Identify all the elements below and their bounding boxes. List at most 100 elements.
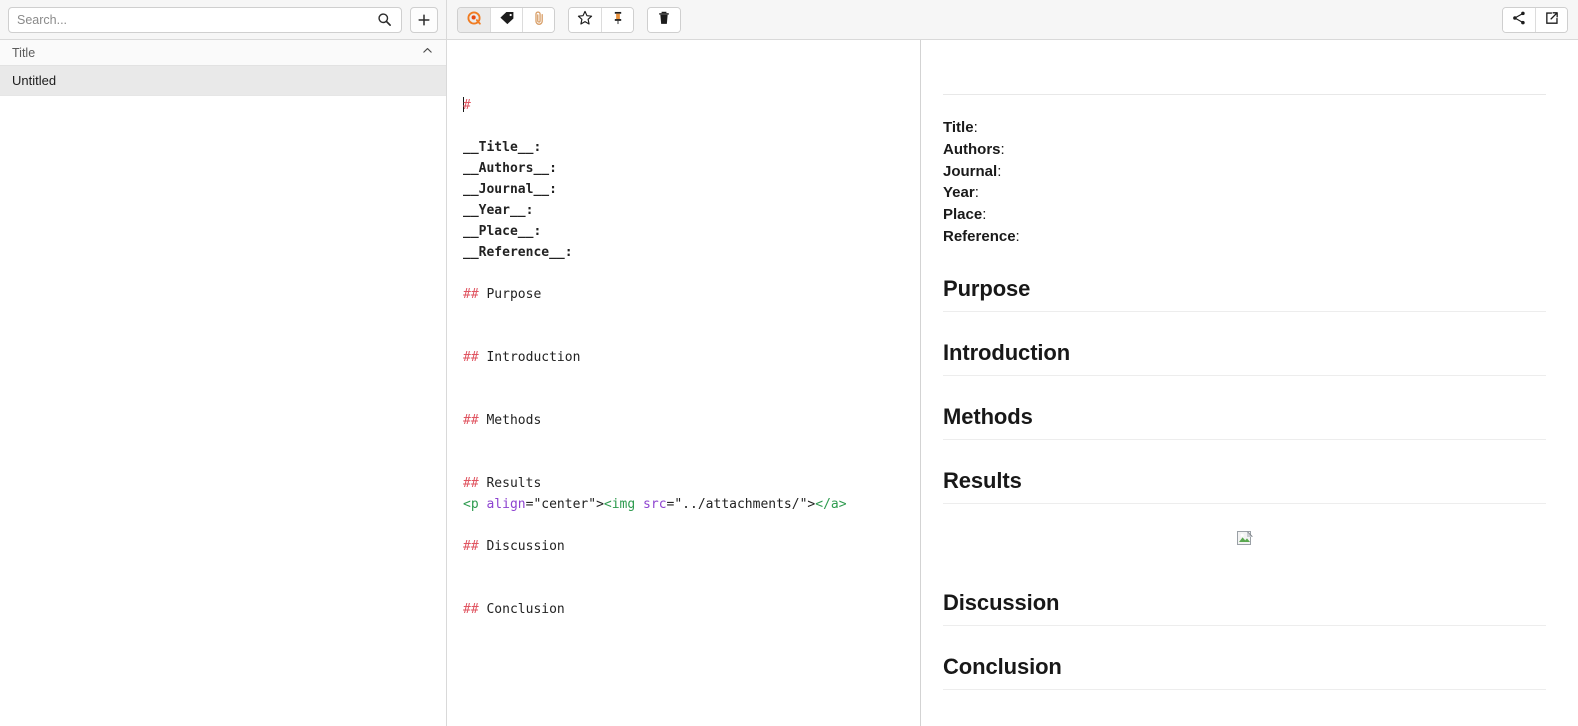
bold-field-line: __Reference__: (463, 245, 573, 260)
paperclip-icon (531, 10, 547, 29)
bold-field-line: __Authors__: (463, 161, 557, 176)
html-token: src (643, 497, 667, 512)
preview-meta-colon: : (973, 119, 978, 136)
search-icon[interactable] (371, 7, 397, 33)
preview-section-heading: Purpose (943, 276, 1546, 312)
preview-meta-label: Authors (943, 140, 1001, 158)
open-external-button[interactable] (1535, 7, 1567, 32)
html-token: <img (603, 497, 636, 512)
preview-section-heading: Introduction (943, 340, 1546, 376)
external-link-icon (1544, 10, 1560, 29)
preview-section-heading: Methods (943, 404, 1546, 440)
bold-field-line: __Year__: (463, 203, 534, 218)
bold-field-line: __Place__: (463, 224, 542, 239)
search-box[interactable] (8, 6, 402, 33)
view-group (457, 6, 555, 33)
heading-marker: ## (463, 602, 479, 617)
title-rule (943, 94, 1546, 95)
markdown-editor[interactable]: # __Title__: __Authors__: __Journal__: __Ye… (447, 40, 921, 726)
editor-line: ## Introduction (463, 347, 920, 368)
preview-meta-colon: : (997, 162, 1002, 180)
note-list-sidebar: Title Untitled (0, 40, 447, 726)
top-toolbar (0, 0, 1578, 40)
sidebar-toolbar (0, 0, 447, 39)
editor-line: ## Results (463, 473, 920, 494)
preview-metadata-block: Title: Authors: Journal: Year: Place: Referen… (943, 117, 1546, 248)
editor-content[interactable]: # __Title__: __Authors__: __Journal__: __Ye… (447, 95, 920, 620)
preview-meta-colon: : (1000, 140, 1005, 158)
heading-text: Results (478, 476, 542, 491)
heading-marker: ## (463, 287, 479, 302)
list-item[interactable]: Untitled (0, 66, 446, 96)
new-note-button[interactable] (410, 6, 438, 33)
html-token: align (486, 497, 526, 512)
preview-meta-label: Place (943, 206, 983, 224)
share-icon (1511, 10, 1527, 29)
note-list: Untitled (0, 66, 446, 96)
preview-meta-colon: : (974, 184, 979, 202)
preview-meta-label: Reference (943, 227, 1016, 245)
markdown-preview: Title: Authors: Journal: Year: Place: Referen… (921, 40, 1578, 726)
list-item-title: Untitled (12, 73, 57, 88)
share-button[interactable] (1503, 7, 1535, 32)
preview-sections: Purpose Introduction Methods Results Discuss… (943, 276, 1546, 690)
column-header-title: Title (12, 45, 36, 60)
delete-button[interactable] (648, 7, 680, 32)
heading-marker: ## (463, 350, 479, 365)
preview-meta-line: Year: (943, 182, 1546, 204)
broken-image-icon (1236, 530, 1253, 547)
editor-line: __Authors__: (463, 158, 920, 179)
preview-meta-label: Title (943, 119, 974, 136)
editor-toolbar (447, 0, 1578, 39)
html-token: ="../attachments/"> (666, 497, 816, 512)
bold-field-line: __Journal__: (463, 182, 557, 197)
preview-meta-label: Journal (943, 162, 998, 180)
preview-section-heading: Conclusion (943, 654, 1546, 690)
preview-meta-line: Title: (943, 117, 1546, 139)
heading-marker: ## (463, 476, 479, 491)
toolbar-button-groups (457, 6, 681, 33)
preview-section-heading: Results (943, 468, 1546, 504)
editor-line: ## Purpose (463, 284, 920, 305)
search-input[interactable] (17, 7, 371, 32)
share-export-group (1502, 6, 1568, 33)
toggle-preview-button[interactable] (458, 7, 490, 32)
attachments-button[interactable] (522, 7, 554, 32)
favorite-button[interactable] (569, 7, 601, 32)
editor-line: ## Discussion (463, 536, 920, 557)
eye-icon (466, 10, 482, 29)
chevron-up-icon[interactable] (421, 44, 434, 62)
tag-icon (499, 10, 515, 29)
preview-meta-colon: : (982, 206, 987, 224)
html-token: </a> (815, 497, 847, 512)
preview-meta-line: Journal: (943, 161, 1546, 183)
note-list-header[interactable]: Title (0, 40, 446, 66)
editor-line: __Journal__: (463, 179, 920, 200)
pin-button[interactable] (601, 7, 633, 32)
editor-line: __Year__: (463, 200, 920, 221)
mark-group (568, 6, 634, 33)
heading-text: Conclusion (478, 602, 565, 617)
html-token: <p (463, 497, 479, 512)
heading-marker: # (463, 98, 471, 113)
editor-line: __Title__: (463, 137, 920, 158)
heading-marker: ## (463, 539, 479, 554)
editor-line: __Reference__: (463, 242, 920, 263)
preview-section-heading: Discussion (943, 590, 1546, 626)
app-window: Title Untitled # __Title__: __Authors__: _… (0, 0, 1578, 726)
editor-line: # (463, 95, 920, 116)
pin-icon (610, 10, 626, 29)
preview-meta-line: Reference: (943, 226, 1546, 248)
preview-meta-colon: : (1015, 227, 1020, 245)
tags-button[interactable] (490, 7, 522, 32)
